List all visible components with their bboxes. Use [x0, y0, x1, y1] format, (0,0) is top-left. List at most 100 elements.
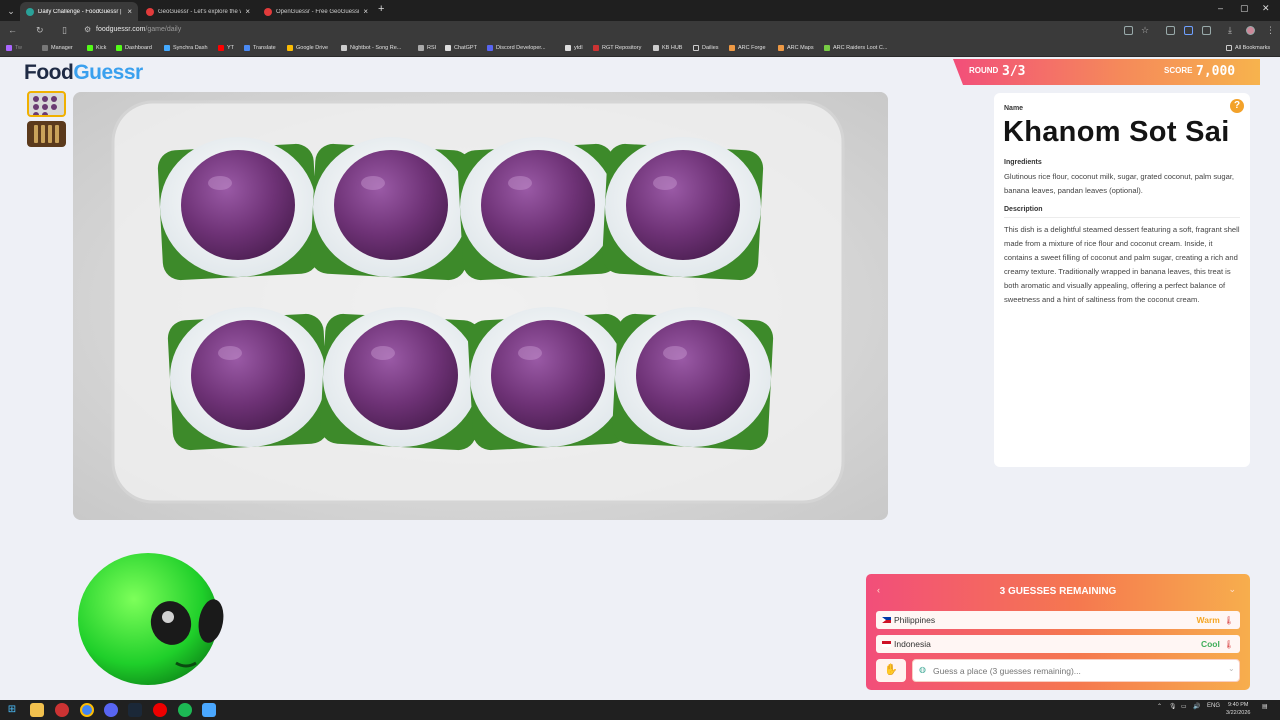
- app-icon[interactable]: [202, 703, 216, 717]
- bookmark-google-drive[interactable]: Google Drive: [287, 45, 328, 51]
- new-tab-button[interactable]: +: [378, 3, 384, 15]
- ingredients-text: Glutinous rice flour, coconut milk, suga…: [1004, 172, 1235, 195]
- youtube-icon: [218, 45, 224, 51]
- tab-search-icon[interactable]: ⌄: [4, 4, 18, 18]
- help-icon[interactable]: ?: [1230, 99, 1244, 113]
- guess-country: Indonesia: [894, 639, 931, 649]
- bookmark-rsi[interactable]: RSI: [418, 45, 436, 51]
- close-tab-icon[interactable]: ×: [245, 7, 250, 16]
- bookmark-favicon-icon: [116, 45, 122, 51]
- bookmark-favicon-icon: [418, 45, 424, 51]
- chrome-icon[interactable]: [80, 703, 94, 717]
- bookmark-arc-raiders-loot[interactable]: ARC Raiders Loot C...: [824, 45, 887, 51]
- bookmark-label: All Bookmarks: [1235, 45, 1271, 51]
- profile-avatar-icon[interactable]: [1246, 26, 1255, 35]
- steam-icon[interactable]: [128, 703, 142, 717]
- extension-icon[interactable]: [1166, 26, 1175, 35]
- bookmark-synchra-dash[interactable]: Synchra Dash: [164, 45, 208, 51]
- bookmark-dashboard[interactable]: Dashboard: [116, 45, 152, 51]
- dumpling: [167, 307, 329, 451]
- score-value: 7,000: [1196, 64, 1236, 79]
- bookmark-favicon-icon: [6, 45, 12, 51]
- language-indicator[interactable]: ENG: [1207, 703, 1220, 709]
- photo-thumbnail-1[interactable]: [27, 91, 66, 117]
- maximize-icon[interactable]: ▢: [1240, 3, 1249, 14]
- address-bar[interactable]: foodguessr.com/game/daily: [96, 26, 181, 33]
- close-window-icon[interactable]: ✕: [1262, 3, 1270, 14]
- foodguessr-logo[interactable]: FoodGuessr: [24, 61, 143, 85]
- opera-icon[interactable]: [153, 703, 167, 717]
- ingredients-label: Ingredients: [1004, 159, 1042, 166]
- hint-button[interactable]: ✋: [876, 659, 906, 682]
- refresh-icon[interactable]: ↻: [36, 25, 44, 36]
- thermometer-icon: 🌡: [1223, 615, 1234, 625]
- tray-chevron-up-icon[interactable]: ⌃: [1157, 703, 1162, 710]
- bookmark-apps[interactable]: Tw: [6, 45, 22, 51]
- notifications-icon[interactable]: ▤: [1262, 703, 1268, 710]
- guess-panel: ‹ 3 GUESSES REMAINING ⌄ Philippines Warm…: [866, 574, 1250, 690]
- bookmark-favicon-icon: [778, 45, 784, 51]
- app-icon[interactable]: [55, 703, 69, 717]
- folder-icon: [693, 45, 699, 51]
- back-icon[interactable]: ←: [8, 25, 17, 35]
- bookmark-star-icon[interactable]: ☆: [1141, 25, 1149, 36]
- bookmark-chatgpt[interactable]: ChatGPT: [445, 45, 477, 51]
- bookmark-arc-maps[interactable]: ARC Maps: [778, 45, 814, 51]
- alien-emoji-icon: [76, 551, 226, 691]
- close-tab-icon[interactable]: ×: [127, 7, 132, 16]
- bookmark-favicon-icon: [729, 45, 735, 51]
- discord-icon[interactable]: [104, 703, 118, 717]
- bookmark-dailies[interactable]: Dailies: [693, 45, 719, 51]
- indonesia-flag-icon: [882, 641, 891, 647]
- bookmarks-bar: Tw Manager Kick Dashboard Synchra Dash Y…: [0, 42, 1280, 57]
- bookmark-label: Dailies: [702, 45, 719, 51]
- install-icon[interactable]: [1124, 26, 1133, 35]
- bookmark-label: RSI: [427, 45, 437, 51]
- windows-start-icon[interactable]: ⊞: [5, 703, 19, 717]
- bookmark-kick[interactable]: Kick: [87, 45, 106, 51]
- bookmark-rgt-repository[interactable]: RGT Repository: [593, 45, 641, 51]
- tab-openguessr[interactable]: OpenGuessr - Free GeoGuessr A ×: [258, 2, 374, 21]
- bookmark-translate[interactable]: Translate: [244, 45, 276, 51]
- site-info-icon[interactable]: ⚙: [84, 25, 91, 34]
- bookmark-ytdl[interactable]: ytdl: [565, 45, 583, 51]
- dumpling: [612, 307, 774, 451]
- guess-row: Indonesia Cool 🌡: [876, 635, 1240, 653]
- file-explorer-icon[interactable]: [30, 703, 44, 717]
- guess-temperature: Warm: [1196, 615, 1220, 625]
- network-icon[interactable]: ▭: [1181, 703, 1187, 710]
- browser-toolbar: ← ↻ ▯ ⚙ foodguessr.com/game/daily ☆ ⤓ ⋮: [0, 21, 1280, 42]
- extensions-puzzle-icon[interactable]: [1202, 26, 1211, 35]
- bookmark-favicon-icon: [164, 45, 170, 51]
- thermometer-icon: 🌡: [1223, 639, 1234, 649]
- bookmark-arc-forge[interactable]: ARC Forge: [729, 45, 766, 51]
- google-drive-icon: [287, 45, 293, 51]
- close-tab-icon[interactable]: ×: [363, 7, 368, 16]
- minimize-icon[interactable]: –: [1218, 3, 1223, 13]
- sidebar-icon[interactable]: ▯: [62, 25, 67, 36]
- download-icon[interactable]: ⤓: [1228, 25, 1232, 36]
- bookmark-discord-developer[interactable]: Discord Developer...: [487, 45, 546, 51]
- menu-icon[interactable]: ⋮: [1266, 25, 1275, 36]
- bookmark-kb-hub[interactable]: KB HUB: [653, 45, 682, 51]
- all-bookmarks[interactable]: All Bookmarks: [1226, 45, 1270, 51]
- spotify-icon[interactable]: [178, 703, 192, 717]
- tab-geoguessr[interactable]: GeoGuessr - Let's explore the w ×: [140, 2, 256, 21]
- guess-input[interactable]: [912, 659, 1240, 682]
- chevron-down-icon[interactable]: ⌄: [1228, 584, 1236, 595]
- guess-row: Philippines Warm 🌡: [876, 611, 1240, 629]
- extension-icon[interactable]: [1184, 26, 1193, 35]
- url-host: foodguessr.com: [96, 26, 146, 33]
- clock[interactable]: 9:40 PM 3/22/2026: [1226, 701, 1250, 717]
- bookmark-manager[interactable]: Manager: [42, 45, 73, 51]
- bookmark-yt[interactable]: YT: [218, 45, 234, 51]
- bookmark-nightbot[interactable]: Nightbot - Song Re...: [341, 45, 401, 51]
- tab-foodguessr[interactable]: Daily Challenge - FoodGuessr | ×: [20, 2, 138, 21]
- openguessr-favicon-icon: [264, 7, 272, 16]
- bookmark-label: Google Drive: [296, 45, 329, 51]
- bookmark-label: ARC Maps: [787, 45, 814, 51]
- volume-icon[interactable]: 🔊: [1193, 703, 1200, 710]
- mic-icon[interactable]: 🎙: [1169, 703, 1177, 710]
- photo-thumbnail-2[interactable]: [27, 121, 66, 147]
- chevron-down-icon[interactable]: ⌄: [1228, 664, 1235, 673]
